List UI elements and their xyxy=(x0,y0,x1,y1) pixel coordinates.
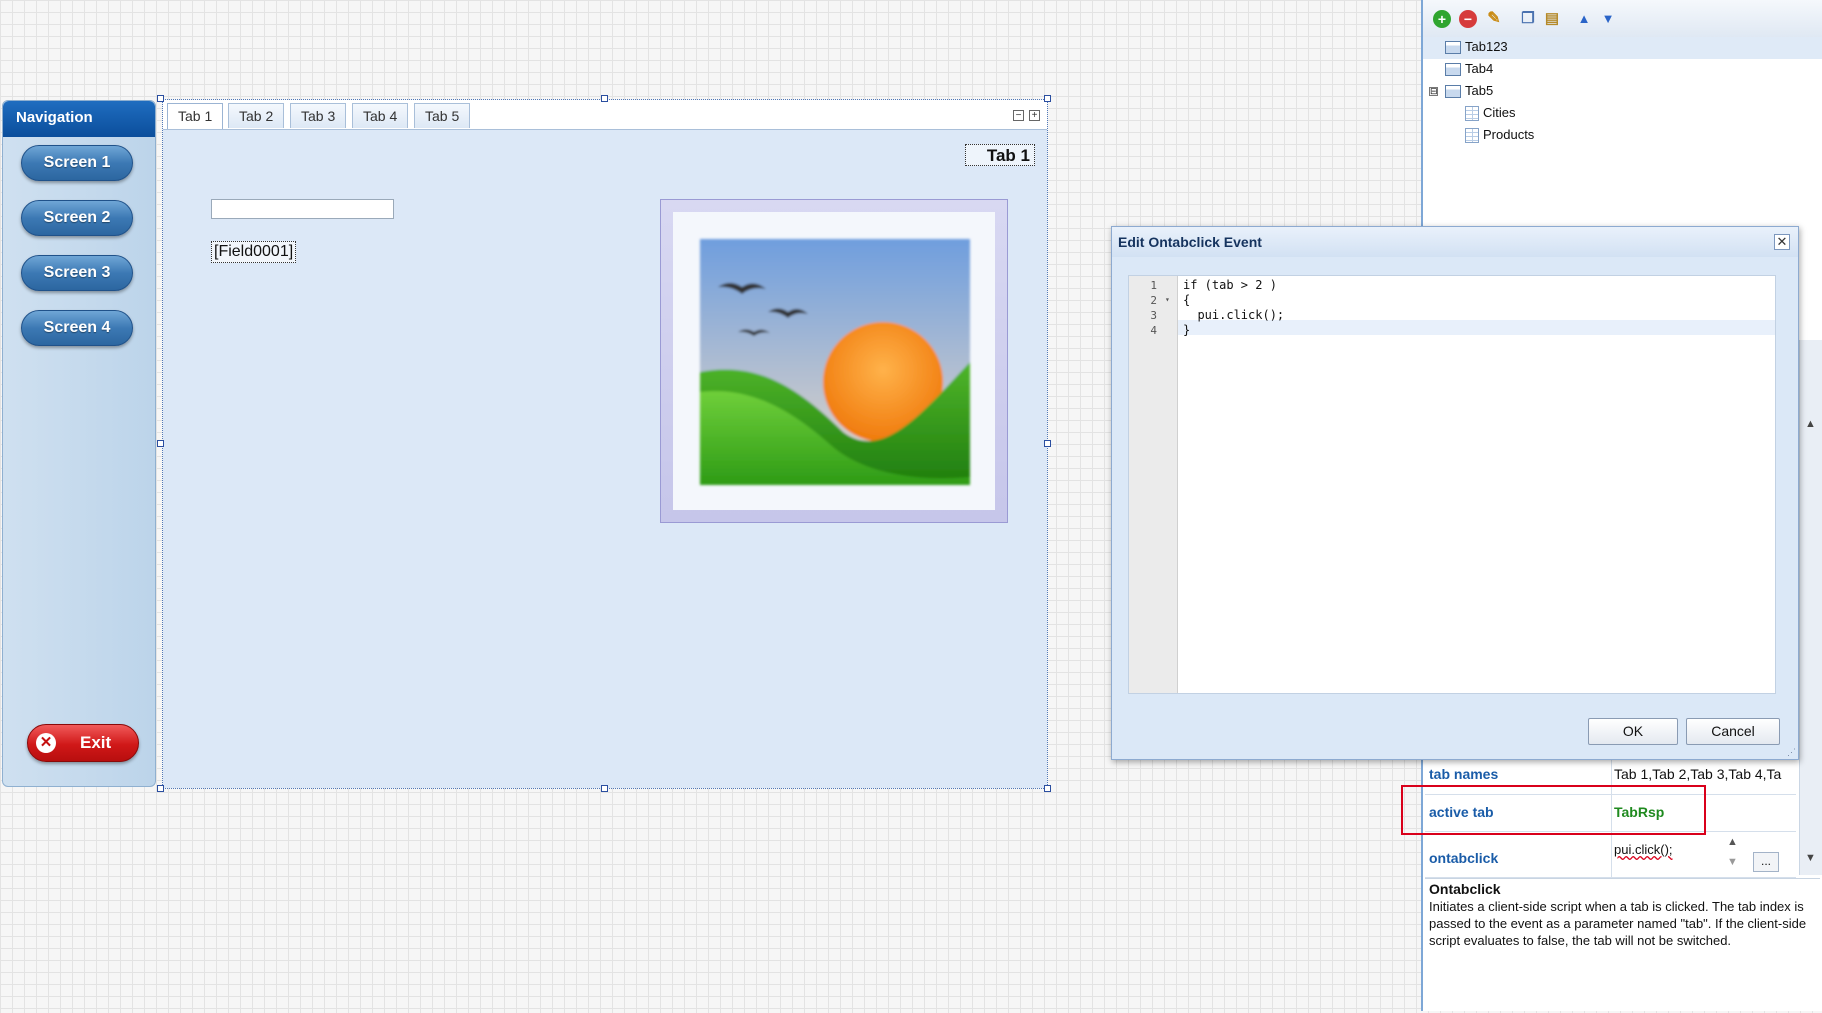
line-number: 1 xyxy=(1150,279,1157,292)
arrow-down-icon[interactable]: ▼ xyxy=(1599,10,1617,28)
code-line: pui.click(); xyxy=(1183,308,1285,322)
close-icon[interactable]: ✕ xyxy=(1774,234,1790,250)
image-placeholder[interactable] xyxy=(660,199,1008,523)
highlight-box xyxy=(1401,785,1706,835)
text-input-field[interactable] xyxy=(211,199,394,219)
navigation-panel: Navigation Screen 1 Screen 2 Screen 3 Sc… xyxy=(2,100,156,787)
navigation-title: Navigation xyxy=(3,101,155,137)
tree-item-cities[interactable]: Cities xyxy=(1465,103,1516,123)
pencil-icon[interactable]: ✎ xyxy=(1485,10,1503,28)
tab-bar: Tab 1 Tab 2 Tab 3 Tab 4 Tab 5 − + xyxy=(163,100,1047,131)
plus-circle-icon[interactable]: + xyxy=(1433,10,1451,28)
resize-handle[interactable] xyxy=(1044,95,1051,102)
field-output[interactable]: [Field0001] xyxy=(211,241,297,263)
tab-panel-icon xyxy=(1445,85,1461,99)
resize-handle[interactable] xyxy=(157,95,164,102)
exit-button[interactable]: ✕ Exit xyxy=(27,724,139,762)
property-row-ontabclick[interactable]: ontabclick pui.click(); ▲ ▼ ... xyxy=(1425,832,1796,878)
copy-icon[interactable]: ❐ xyxy=(1519,10,1537,28)
property-name: ontabclick xyxy=(1429,850,1499,866)
code-editor[interactable]: 1 2 ▾ 3 4 if (tab > 2 ) { pui.click(); } xyxy=(1128,275,1776,694)
tree-item-tab123[interactable]: Tab123 xyxy=(1445,37,1508,57)
scroll-up-icon[interactable]: ▲ xyxy=(1805,418,1816,430)
scroll-down-icon[interactable]: ▼ xyxy=(1805,852,1816,864)
tab-label-output[interactable]: Tab 1 xyxy=(965,144,1035,166)
tab-5[interactable]: Tab 5 xyxy=(414,103,471,128)
description-text: Initiates a client-side script when a ta… xyxy=(1429,899,1807,948)
tree-item-tab4[interactable]: Tab4 xyxy=(1445,59,1493,79)
ok-button[interactable]: OK xyxy=(1588,718,1678,745)
cancel-button[interactable]: Cancel xyxy=(1686,718,1780,745)
resize-handle[interactable] xyxy=(1044,440,1051,447)
line-number: 2 xyxy=(1150,294,1157,307)
fold-arrow-icon[interactable]: ▾ xyxy=(1165,295,1170,304)
tree-item-label: Cities xyxy=(1483,105,1516,120)
tab-1[interactable]: Tab 1 xyxy=(167,103,224,131)
tab-panel[interactable]: Tab 1 Tab 2 Tab 3 Tab 4 Tab 5 − + Tab 1 … xyxy=(162,99,1048,789)
properties-scrollbar[interactable]: ▲ ▼ xyxy=(1799,340,1822,875)
exit-label: Exit xyxy=(80,733,112,752)
screen-3-button[interactable]: Screen 3 xyxy=(21,255,133,291)
tree-item-tab5[interactable]: Tab5 xyxy=(1445,81,1493,101)
screen-1-button[interactable]: Screen 1 xyxy=(21,145,133,181)
code-line: } xyxy=(1183,323,1191,337)
line-number: 3 xyxy=(1150,309,1157,322)
resize-handle[interactable] xyxy=(601,785,608,792)
ellipsis-button[interactable]: ... xyxy=(1753,852,1779,872)
tree-item-label: Tab123 xyxy=(1465,39,1508,54)
collapse-icon[interactable]: − xyxy=(1013,110,1024,121)
screen-2-button[interactable]: Screen 2 xyxy=(21,200,133,236)
resize-handle[interactable] xyxy=(601,95,608,102)
grid-icon xyxy=(1465,106,1479,122)
resize-handle[interactable] xyxy=(1044,785,1051,792)
resize-handle[interactable] xyxy=(157,440,164,447)
designer-toolbar: + − ✎ ❐ ▤ ▲ ▼ xyxy=(1423,0,1822,39)
tab-4[interactable]: Tab 4 xyxy=(352,103,409,128)
expand-icon[interactable]: + xyxy=(1029,110,1040,121)
code-line: if (tab > 2 ) xyxy=(1183,278,1277,292)
collapse-tree-icon[interactable]: ⊟ xyxy=(1429,87,1438,96)
resize-grip-icon[interactable]: ⋰ xyxy=(1787,747,1796,758)
arrow-up-icon[interactable]: ▲ xyxy=(1575,10,1593,28)
grid-icon xyxy=(1465,128,1479,144)
description-title: Ontabclick xyxy=(1429,881,1501,897)
screen-4-button[interactable]: Screen 4 xyxy=(21,310,133,346)
line-number-gutter: 1 2 ▾ 3 4 xyxy=(1129,276,1178,693)
landscape-image-icon xyxy=(700,239,970,485)
close-circle-icon: ✕ xyxy=(36,733,56,753)
tree-item-label: Tab5 xyxy=(1465,83,1494,98)
dialog-title: Edit Ontabclick Event xyxy=(1112,227,1798,257)
active-line xyxy=(1177,320,1775,335)
resize-handle[interactable] xyxy=(157,785,164,792)
code-line: { xyxy=(1183,293,1191,307)
tab-content: Tab 1 [Field0001] xyxy=(163,129,1047,788)
property-name: tab names xyxy=(1429,766,1499,782)
tree-item-label: Products xyxy=(1483,127,1535,142)
minus-circle-icon[interactable]: − xyxy=(1459,10,1477,28)
property-description: Ontabclick Initiates a client-side scrip… xyxy=(1425,878,1820,1013)
spinner-down-icon[interactable]: ▼ xyxy=(1727,856,1738,868)
tree-item-label: Tab4 xyxy=(1465,61,1494,76)
tab-3[interactable]: Tab 3 xyxy=(290,103,347,128)
line-number: 4 xyxy=(1150,324,1157,337)
tab-panel-icon xyxy=(1445,63,1461,77)
tab-panel-icon xyxy=(1445,41,1461,55)
property-value[interactable]: Tab 1,Tab 2,Tab 3,Tab 4,Ta xyxy=(1614,766,1781,782)
property-value[interactable]: pui.click(); xyxy=(1614,842,1673,857)
spinner-up-icon[interactable]: ▲ xyxy=(1727,836,1738,848)
paste-icon[interactable]: ▤ xyxy=(1543,10,1561,28)
tree-item-products[interactable]: Products xyxy=(1465,125,1534,145)
edit-event-dialog: Edit Ontabclick Event ✕ 1 2 ▾ 3 4 if (ta… xyxy=(1111,226,1799,760)
tab-2[interactable]: Tab 2 xyxy=(228,103,285,128)
